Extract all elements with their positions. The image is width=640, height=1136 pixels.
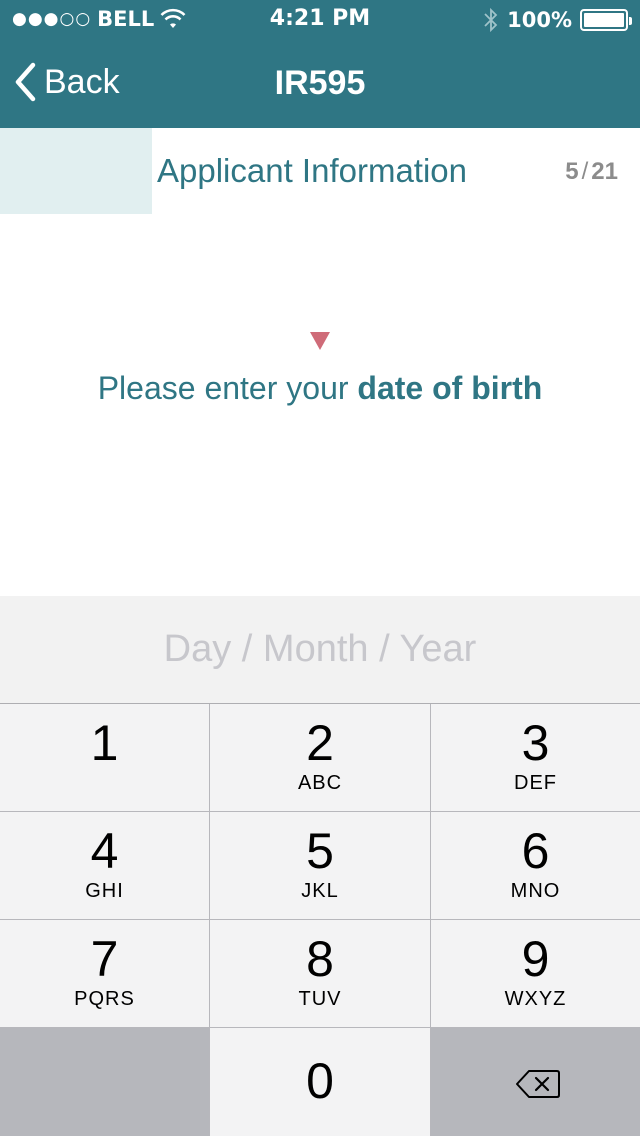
- key-digit: 7: [90, 931, 119, 987]
- progress-bar-fill: [0, 128, 152, 214]
- back-button-label: Back: [44, 62, 120, 101]
- numeric-keypad: 1 2 ABC 3 DEF 4 GHI 5 JKL 6 MNO 7 PQRS 8…: [0, 704, 640, 1136]
- status-right: 100%: [483, 7, 632, 33]
- bluetooth-icon: [484, 7, 498, 33]
- key-digit: 3: [521, 715, 550, 771]
- key-3[interactable]: 3 DEF: [431, 704, 640, 812]
- key-digit: 0: [306, 1053, 334, 1109]
- key-digit: 4: [90, 823, 119, 879]
- key-digit: 2: [306, 715, 334, 771]
- key-2[interactable]: 2 ABC: [210, 704, 431, 812]
- key-7[interactable]: 7 PQRS: [0, 920, 210, 1028]
- chevron-left-icon: [15, 62, 36, 102]
- key-1[interactable]: 1: [0, 704, 210, 812]
- key-digit: 1: [90, 715, 119, 771]
- prompt-lead: Please enter your: [97, 370, 358, 406]
- key-letters: PQRS: [74, 988, 135, 1010]
- key-blank: [0, 1028, 210, 1136]
- backspace-icon: [516, 1070, 560, 1098]
- key-6[interactable]: 6 MNO: [431, 812, 640, 920]
- key-letters: TUV: [298, 988, 342, 1010]
- key-4[interactable]: 4 GHI: [0, 812, 210, 920]
- key-digit: 6: [521, 823, 550, 879]
- key-digit: 9: [521, 931, 550, 987]
- progress-header: Applicant Information 5/21: [0, 128, 640, 214]
- key-letters: GHI: [85, 880, 124, 902]
- battery-icon: [580, 9, 632, 31]
- step-counter: 5/21: [565, 158, 618, 186]
- step-current: 5: [565, 158, 579, 185]
- backspace-button[interactable]: [431, 1028, 640, 1136]
- step-separator: /: [581, 158, 589, 185]
- key-letters: ABC: [297, 772, 343, 794]
- battery-level: [584, 13, 624, 27]
- navigation-bar: Back IR595: [0, 40, 640, 128]
- back-button[interactable]: Back: [14, 62, 120, 102]
- key-digit: 8: [306, 931, 334, 987]
- section-title: Applicant Information: [157, 152, 468, 189]
- key-letters: JKL: [301, 880, 339, 902]
- battery-percentage: 100%: [507, 8, 572, 32]
- key-letters: DEF: [514, 772, 557, 794]
- prompt-area: Please enter your date of birth: [0, 214, 640, 596]
- key-letters: WXYZ: [504, 988, 567, 1010]
- key-8[interactable]: 8 TUV: [210, 920, 431, 1028]
- step-total: 21: [591, 158, 618, 185]
- prompt-emphasis: date of birth: [357, 370, 543, 406]
- key-9[interactable]: 9 WXYZ: [431, 920, 640, 1028]
- key-letters: MNO: [510, 880, 561, 902]
- key-0[interactable]: 0: [210, 1028, 431, 1136]
- key-5[interactable]: 5 JKL: [210, 812, 431, 920]
- down-triangle-icon: [310, 332, 330, 350]
- prompt-text: Please enter your date of birth: [0, 370, 640, 407]
- key-digit: 5: [306, 823, 334, 879]
- status-bar: ●●●○○ BELL 4:21 PM 100%: [0, 0, 640, 40]
- date-of-birth-input[interactable]: [0, 596, 640, 704]
